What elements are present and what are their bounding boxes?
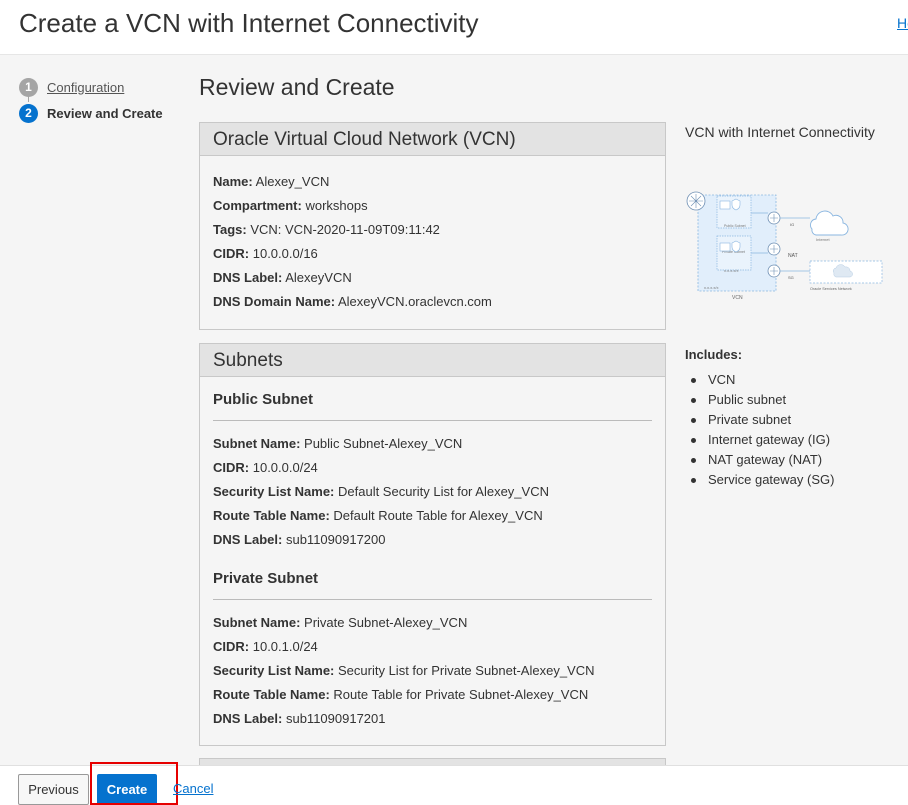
list-item: NAT gateway (NAT) <box>691 450 834 470</box>
public-subnet-dns-label-row: DNS Label: sub11090917200 <box>213 532 386 547</box>
svg-text:Public Subnet: Public Subnet <box>724 224 746 228</box>
divider <box>213 599 652 600</box>
public-subnet-title: Public Subnet <box>213 391 314 408</box>
divider <box>213 420 652 421</box>
panel-title: Subnets <box>200 344 665 377</box>
step-number: 2 <box>19 103 38 123</box>
vcn-name-row: Name: Alexey_VCN <box>213 174 330 189</box>
step-configuration[interactable]: 1 Configuration <box>19 74 189 102</box>
includes-label: Includes: <box>685 347 743 362</box>
public-subnet-name-row: Subnet Name: Public Subnet-Alexey_VCN <box>213 436 463 451</box>
svg-text:x.x.x.x/x: x.x.x.x/x <box>724 268 738 273</box>
section-title: Review and Create <box>199 74 395 100</box>
sg-label: SG <box>788 275 794 280</box>
vcn-dns-label-row: DNS Label: AlexeyVCN <box>213 270 352 285</box>
public-subnet-cidr-row: CIDR: 10.0.0.0/24 <box>213 460 318 475</box>
osn-label: Oracle Services Network <box>810 287 852 291</box>
list-item: Private subnet <box>691 410 834 430</box>
bullet-icon <box>691 477 696 483</box>
vcn-panel: Oracle Virtual Cloud Network (VCN) Name:… <box>199 122 666 330</box>
diagram-title: VCN with Internet Connectivity <box>685 124 875 140</box>
vcn-architecture-diagram: VCN x.x.x.x/x Public Subnet Private Subn… <box>686 191 883 301</box>
step-label[interactable]: Configuration <box>47 80 124 95</box>
list-item: VCN <box>691 370 834 390</box>
step-review-and-create: 2 Review and Create <box>19 100 189 126</box>
page-title: Create a VCN with Internet Connectivity <box>19 8 479 38</box>
panel-title: Oracle Virtual Cloud Network (VCN) <box>200 123 665 156</box>
private-subnet-title: Private Subnet <box>213 570 319 587</box>
bullet-icon <box>691 457 696 463</box>
vcn-tags-row: Tags: VCN: VCN-2020-11-09T09:11:42 <box>213 222 440 237</box>
previous-button[interactable]: Previous <box>18 774 89 805</box>
svg-text:x.x.x.x/x: x.x.x.x/x <box>704 285 718 290</box>
private-subnet-security-list-row: Security List Name: Security List for Pr… <box>213 663 595 678</box>
ig-label: IG <box>790 222 794 227</box>
highlight-annotation <box>90 762 178 805</box>
public-subnet-route-table-row: Route Table Name: Default Route Table fo… <box>213 508 543 523</box>
list-item: Internet gateway (IG) <box>691 430 834 450</box>
page-header: Create a VCN with Internet Connectivity … <box>0 0 908 55</box>
private-subnet-cidr-row: CIDR: 10.0.1.0/24 <box>213 639 318 654</box>
cancel-link[interactable]: Cancel <box>173 781 213 796</box>
private-subnet-name-row: Subnet Name: Private Subnet-Alexey_VCN <box>213 615 468 630</box>
step-label: Review and Create <box>47 105 163 121</box>
private-subnet-dns-label-row: DNS Label: sub11090917201 <box>213 711 386 726</box>
nat-label: NAT <box>788 253 798 259</box>
includes-list: VCN Public subnet Private subnet Interne… <box>691 370 834 490</box>
vcn-cidr-row: CIDR: 10.0.0.0/16 <box>213 246 318 261</box>
list-item: Service gateway (SG) <box>691 470 834 490</box>
internet-label: Internet <box>816 237 830 242</box>
wizard-steps: 1 Configuration 2 Review and Create <box>19 74 189 126</box>
help-link[interactable]: Help <box>897 15 908 31</box>
bullet-icon <box>691 417 696 423</box>
vcn-label: VCN <box>732 295 743 301</box>
bullet-icon <box>691 437 696 443</box>
subnets-panel: Subnets Public Subnet Subnet Name: Publi… <box>199 343 666 746</box>
public-subnet-security-list-row: Security List Name: Default Security Lis… <box>213 484 549 499</box>
list-item: Public subnet <box>691 390 834 410</box>
bullet-icon <box>691 397 696 403</box>
vcn-compartment-row: Compartment: workshops <box>213 198 368 213</box>
vcn-dns-domain-row: DNS Domain Name: AlexeyVCN.oraclevcn.com <box>213 294 492 309</box>
private-subnet-route-table-row: Route Table Name: Route Table for Privat… <box>213 687 589 702</box>
bullet-icon <box>691 377 696 383</box>
